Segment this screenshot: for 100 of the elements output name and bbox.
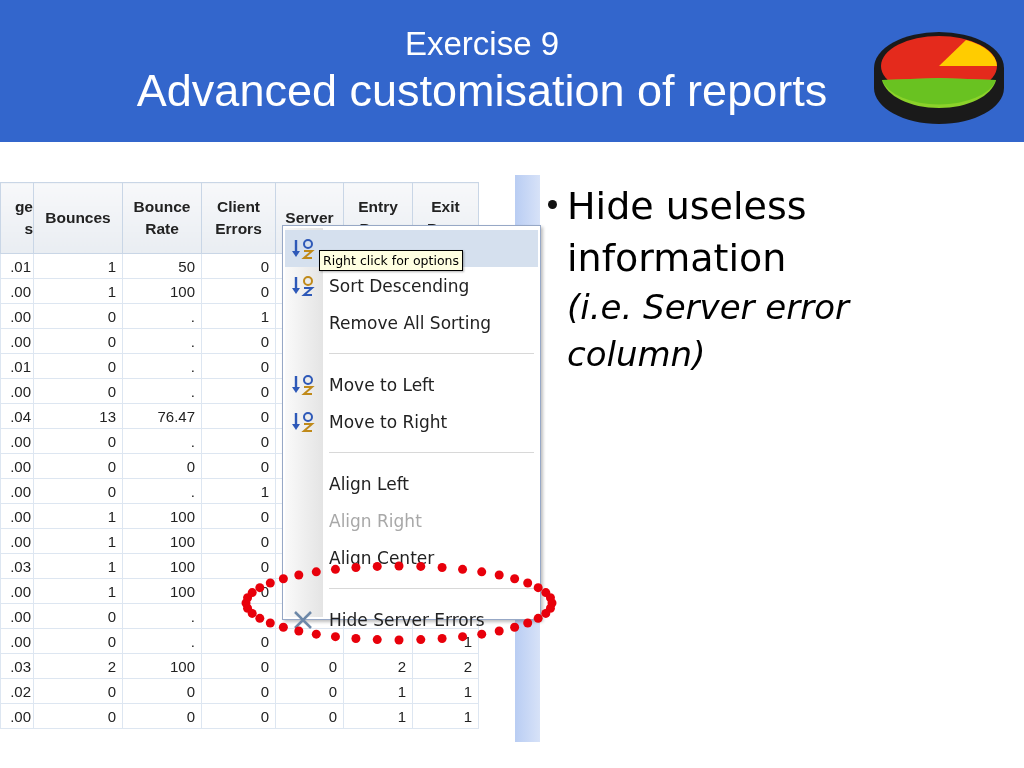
table-cell: 0	[122, 453, 202, 479]
table-cell: 0	[33, 628, 123, 654]
table-cell: .	[122, 353, 202, 379]
table-cell: .00	[0, 478, 34, 504]
table-cell: 100	[122, 553, 202, 579]
table-cell: 0	[33, 453, 123, 479]
table-cell: 1	[33, 253, 123, 279]
table-cell: 2	[343, 653, 413, 679]
table-cell: .00	[0, 703, 34, 729]
table-cell: 50	[122, 253, 202, 279]
table-cell: 0	[33, 428, 123, 454]
table-cell: 1	[201, 303, 276, 329]
table-cell: 1	[33, 578, 123, 604]
table-cell: 1	[412, 703, 479, 729]
table-cell: 1	[343, 703, 413, 729]
table-cell: .02	[0, 678, 34, 704]
bullet-text: Hide useless information	[567, 183, 808, 282]
table-cell: 0	[201, 428, 276, 454]
table-cell: 100	[122, 278, 202, 304]
table-cell: 0	[201, 678, 276, 704]
table-cell: .	[122, 603, 202, 629]
table-cell: 13	[33, 403, 123, 429]
table-cell: 0	[201, 503, 276, 529]
slide-subtitle: Exercise 9	[404, 24, 560, 64]
table-cell: .01	[0, 253, 34, 279]
table-cell: 100	[122, 653, 202, 679]
table-cell: 1	[343, 678, 413, 704]
table-cell: 1	[412, 678, 479, 704]
table-cell: .00	[0, 428, 34, 454]
table-cell: .00	[0, 503, 34, 529]
table-cell: .	[122, 628, 202, 654]
table-cell: 0	[33, 678, 123, 704]
table-cell: 0	[201, 453, 276, 479]
table-cell: 0	[201, 403, 276, 429]
table-cell: 0	[201, 653, 276, 679]
table-cell: 0	[122, 678, 202, 704]
table-cell: 0	[33, 328, 123, 354]
table-cell: 0	[33, 603, 123, 629]
table-cell: 1	[33, 553, 123, 579]
table-cell: 1	[201, 478, 276, 504]
table-cell: 0	[275, 678, 344, 704]
table-cell: 0	[33, 703, 123, 729]
table-cell: 100	[122, 528, 202, 554]
table-cell: 1	[33, 528, 123, 554]
table-cell: 0	[275, 653, 344, 679]
sort-icon	[291, 410, 315, 433]
column-header[interactable]: ge s	[0, 182, 34, 254]
menu-item[interactable]: Remove All Sorting	[285, 304, 538, 341]
table-cell: .00	[0, 578, 34, 604]
close-icon	[292, 608, 314, 631]
table-cell: 0	[33, 478, 123, 504]
table-cell: 100	[122, 503, 202, 529]
table-cell: .00	[0, 278, 34, 304]
table-cell: 1	[33, 503, 123, 529]
table-cell: 76.47	[122, 403, 202, 429]
table-cell: .00	[0, 628, 34, 654]
table-cell: .	[122, 428, 202, 454]
table-cell: 0	[201, 253, 276, 279]
table-cell: 2	[33, 653, 123, 679]
column-header[interactable]: Bounce Rate	[122, 182, 202, 254]
table-cell: .01	[0, 353, 34, 379]
sort-icon	[291, 237, 315, 260]
tooltip: Right click for options	[319, 250, 463, 271]
table-cell: .03	[0, 553, 34, 579]
table-cell: 0	[201, 328, 276, 354]
table-cell: 100	[122, 578, 202, 604]
table-cell: .00	[0, 303, 34, 329]
table-cell: .	[122, 378, 202, 404]
bullet-icon	[548, 200, 557, 209]
table-cell: .	[122, 478, 202, 504]
table-cell: 0	[201, 703, 276, 729]
sort-icon	[291, 373, 315, 396]
table-cell: 0	[201, 553, 276, 579]
table-cell: .03	[0, 653, 34, 679]
table-cell: 0	[33, 378, 123, 404]
table-cell: .00	[0, 603, 34, 629]
table-cell: 0	[201, 528, 276, 554]
table-cell: 0	[122, 703, 202, 729]
table-cell: 0	[33, 353, 123, 379]
table-cell: .04	[0, 403, 34, 429]
table-cell: .	[122, 303, 202, 329]
table-cell: .00	[0, 453, 34, 479]
column-header[interactable]: Bounces	[33, 182, 123, 254]
column-header[interactable]: Client Errors	[201, 182, 276, 254]
table-cell: 0	[201, 378, 276, 404]
table-cell: 0	[201, 278, 276, 304]
slide-title: Advanced customisation of reports	[136, 64, 828, 118]
table-cell: 0	[201, 628, 276, 654]
table-cell: 0	[201, 353, 276, 379]
menu-item[interactable]: Move to Right	[285, 403, 538, 440]
table-cell: .	[122, 328, 202, 354]
menu-item[interactable]: Align Left	[285, 465, 538, 502]
table-cell: 1	[33, 278, 123, 304]
table-cell: 2	[412, 653, 479, 679]
sort-icon	[291, 274, 315, 297]
table-cell: 0	[275, 703, 344, 729]
table-cell: 0	[33, 303, 123, 329]
bullet-note: (i.e. Server error column)	[567, 286, 852, 376]
table-cell: .00	[0, 328, 34, 354]
menu-item[interactable]: Move to Left	[285, 366, 538, 403]
